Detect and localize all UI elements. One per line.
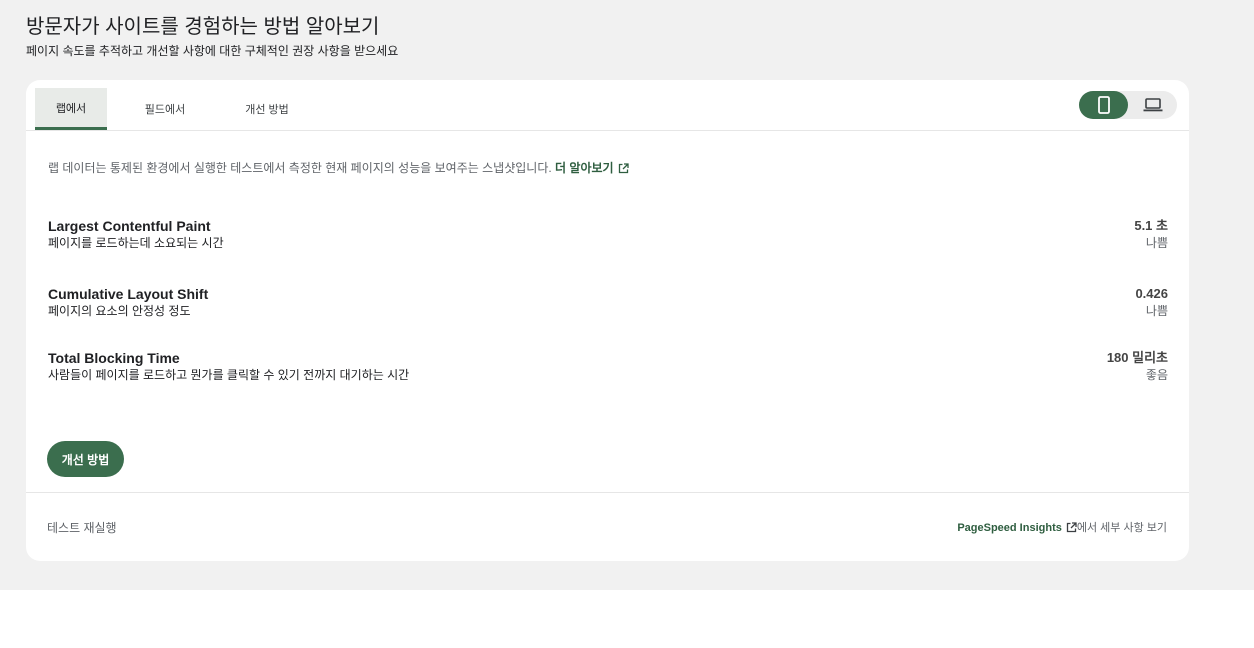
metric-description: 페이지를 로드하는데 소요되는 시간 [48, 236, 224, 250]
learn-more-link[interactable]: 더 알아보기 [555, 161, 629, 175]
mobile-phone-icon [1097, 96, 1110, 114]
mobile-toggle-button[interactable] [1079, 91, 1128, 119]
card-divider [26, 492, 1189, 493]
metric-value: 0.426 [1135, 286, 1168, 301]
tab-how-to-improve[interactable]: 개선 방법 [225, 88, 309, 130]
pagespeed-insights-link[interactable]: PageSpeed Insights [957, 522, 1077, 534]
metric-rating: 나쁨 [1145, 236, 1168, 250]
metric-rating: 나쁨 [1145, 304, 1168, 318]
page-title: 방문자가 사이트를 경험하는 방법 알아보기 [26, 16, 380, 38]
psi-details: PageSpeed Insights 에서 세부 사항 보기 [957, 519, 1167, 535]
metric-name: Largest Contentful Paint [48, 218, 211, 234]
device-toggle [1079, 91, 1177, 119]
page-header: 방문자가 사이트를 경험하는 방법 알아보기 페이지 속도를 추적하고 개선할 … [26, 14, 398, 59]
metric-value: 5.1 초 [1134, 218, 1168, 233]
lab-results-card: 랩에서 필드에서 개선 방법 랩 데이터는 통제된 환경에서 실행한 테스트에서… [26, 80, 1189, 561]
tab-lab[interactable]: 랩에서 [35, 88, 107, 130]
intro-text: 랩 데이터는 통제된 환경에서 실행한 테스트에서 측정한 현재 페이지의 성능… [48, 161, 552, 175]
psi-link-label: PageSpeed Insights [957, 522, 1062, 534]
learn-more-label: 더 알아보기 [555, 161, 614, 175]
external-link-icon [1066, 522, 1077, 533]
metric-name: Cumulative Layout Shift [48, 286, 209, 302]
desktop-toggle-button[interactable] [1128, 91, 1177, 119]
lab-intro: 랩 데이터는 통제된 환경에서 실행한 테스트에서 측정한 현재 페이지의 성능… [48, 159, 629, 176]
tab-field[interactable]: 필드에서 [125, 88, 205, 130]
tab-bar: 랩에서 필드에서 개선 방법 [26, 80, 1189, 131]
metric-lcp: Largest Contentful Paint 페이지를 로드하는데 소요되는… [48, 217, 1168, 251]
laptop-icon [1143, 98, 1162, 112]
metric-description: 사람들이 페이지를 로드하고 뭔가를 클릭할 수 있기 전까지 대기하는 시간 [48, 368, 410, 382]
metric-cls: Cumulative Layout Shift 페이지의 요소의 안정성 정도 … [48, 285, 1168, 319]
rerun-test-link[interactable]: 테스트 재실행 [47, 519, 117, 536]
how-to-improve-button[interactable]: 개선 방법 [47, 441, 124, 477]
metric-tbt: Total Blocking Time 사람들이 페이지를 로드하고 뭔가를 클… [48, 349, 1168, 383]
metric-name: Total Blocking Time [48, 350, 180, 366]
psi-suffix: 에서 세부 사항 보기 [1076, 522, 1167, 534]
metric-value: 180 밀리초 [1106, 350, 1168, 365]
metric-description: 페이지의 요소의 안정성 정도 [48, 304, 191, 318]
page-subtitle: 페이지 속도를 추적하고 개선할 사항에 대한 구체적인 권장 사항을 받으세요 [26, 44, 399, 58]
metric-rating: 좋음 [1145, 368, 1168, 382]
external-link-icon [618, 163, 629, 174]
